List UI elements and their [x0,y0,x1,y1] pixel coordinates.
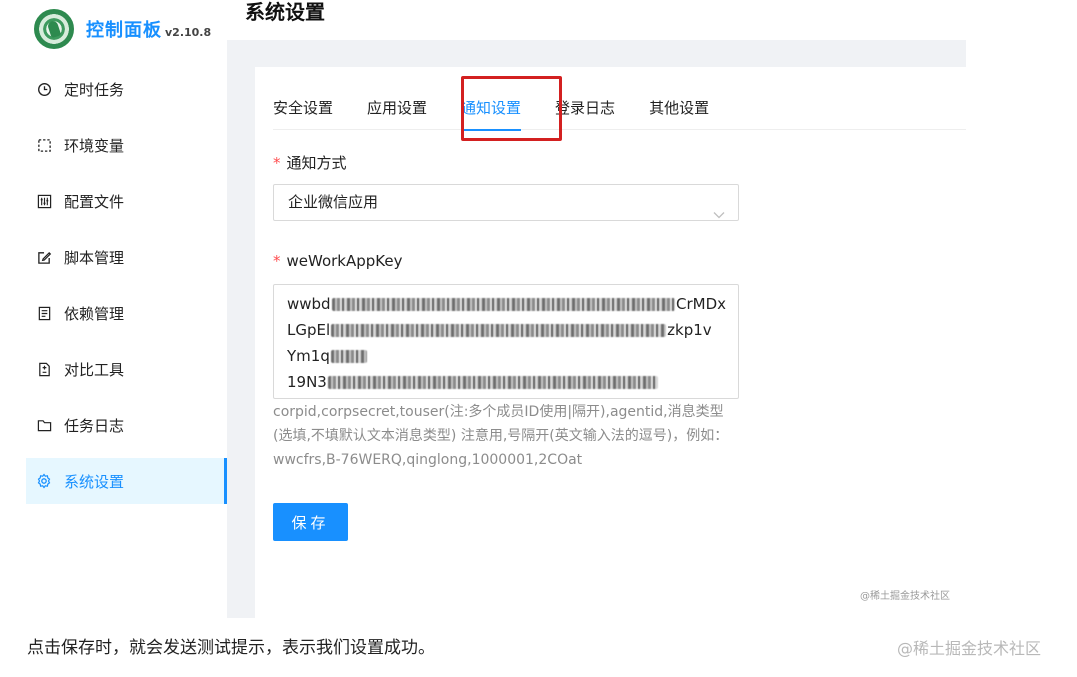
redacted-text [330,349,367,363]
redacted-text [331,323,667,337]
sidebar-item-scripts[interactable]: 脚本管理 [26,234,227,280]
sidebar-item-diff[interactable]: 对比工具 [26,346,227,392]
sidebar-item-label: 脚本管理 [64,248,125,267]
sidebar-item-settings[interactable]: 系统设置 [26,458,227,504]
gear-icon [36,473,52,489]
sidebar-item-label: 环境变量 [64,136,125,155]
key-label: * weWorkAppKey [273,252,402,270]
key-line-start: 19N3 [287,373,327,391]
list-doc-icon [36,305,52,321]
sidebar-item-label: 依赖管理 [64,304,125,323]
notify-method-label: * 通知方式 [273,152,347,173]
sidebar-item-cron[interactable]: 定时任务 [26,66,227,112]
dashed-square-icon [36,137,52,153]
help-text: corpid,corpsecret,touser(注:多个成员ID使用|隔开),… [273,404,729,468]
tab-login-log[interactable]: 登录日志 [555,86,615,130]
notify-method-label-text: 通知方式 [286,154,347,172]
sidebar-item-deps[interactable]: 依赖管理 [26,290,227,336]
folder-icon [36,417,52,433]
diff-doc-icon [36,361,52,377]
tab-security[interactable]: 安全设置 [273,86,333,130]
sidebar-item-env[interactable]: 环境变量 [26,122,227,168]
settings-tabs: 安全设置 应用设置 通知设置 登录日志 其他设置 [273,86,966,131]
notify-method-value: 企业微信应用 [288,193,379,211]
tab-notification[interactable]: 通知设置 [461,86,522,131]
sliders-icon [36,193,52,209]
logo-row: 控制面板 v2.10.8 [34,9,211,49]
edit-icon [36,249,52,265]
sidebar-item-label: 定时任务 [64,80,125,99]
sidebar: 控制面板 v2.10.8 定时任务 环境变量 配置文件 脚本管理 依赖管理 对比… [0,0,227,618]
header-band [227,0,966,40]
brand-title: 控制面板 [86,20,162,41]
key-line-start: Ym1q [287,347,330,365]
save-button[interactable]: 保存 [273,503,348,541]
logo-icon [34,9,74,49]
sidebar-item-config[interactable]: 配置文件 [26,178,227,224]
clock-icon [36,81,52,97]
page-title: 系统设置 [245,0,325,24]
key-line: LGpEl zkp1v [287,317,726,343]
key-line: 19N3 [287,369,726,395]
page: 控制面板 v2.10.8 定时任务 环境变量 配置文件 脚本管理 依赖管理 对比… [0,0,1077,677]
caption-text: 点击保存时，就会发送测试提示，表示我们设置成功。 [27,638,435,658]
wework-appkey-textarea[interactable]: wwbd CrMDx LGpEl zkp1v Ym1q 19N3 [273,284,739,399]
sidebar-item-label: 系统设置 [64,472,125,491]
sidebar-item-label: 任务日志 [64,416,125,435]
key-line: Ym1q [287,343,726,369]
redacted-text [327,375,658,389]
redacted-text [331,297,675,311]
key-line-start: LGpEl [287,321,331,339]
tab-other[interactable]: 其他设置 [649,86,709,130]
key-line-end: CrMDx [675,295,726,313]
settings-card: 安全设置 应用设置 通知设置 登录日志 其他设置 * 通知方式 企业微信应用 * w… [255,67,966,618]
watermark-big: @稀土掘金技术社区 [897,639,1042,658]
sidebar-item-label: 配置文件 [64,192,125,211]
sidebar-item-logs[interactable]: 任务日志 [26,402,227,448]
required-mark: * [273,154,281,172]
sidebar-item-label: 对比工具 [64,360,125,379]
version-label: v2.10.8 [165,25,212,39]
screenshot: 控制面板 v2.10.8 定时任务 环境变量 配置文件 脚本管理 依赖管理 对比… [0,0,966,618]
key-line: wwbd CrMDx [287,291,726,317]
notify-method-select[interactable]: 企业微信应用 [273,184,739,221]
tab-app[interactable]: 应用设置 [367,86,427,130]
key-label-text: weWorkAppKey [286,252,403,270]
chevron-down-icon [713,197,725,232]
key-line-start: wwbd [287,295,331,313]
sidebar-menu: 定时任务 环境变量 配置文件 脚本管理 依赖管理 对比工具 任务日志 系统设置 [26,66,227,514]
required-mark: * [273,252,281,270]
key-line-end: zkp1v [667,321,712,339]
watermark-small: @稀土掘金技术社区 [860,591,950,602]
